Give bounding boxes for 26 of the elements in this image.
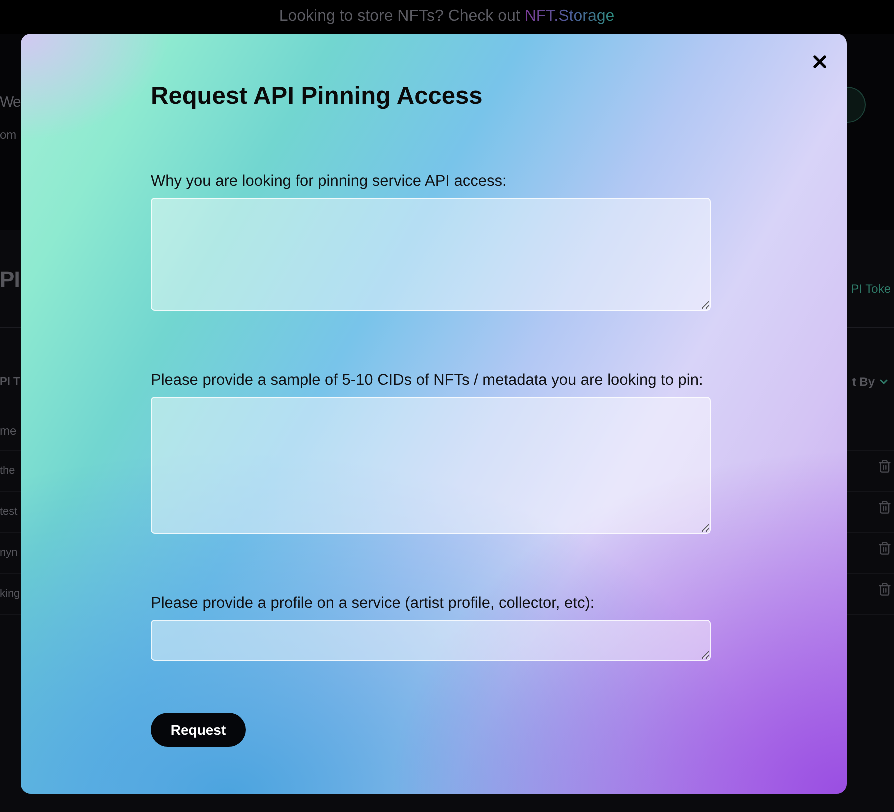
nft-storage-link[interactable]: NFT.Storage xyxy=(524,8,615,25)
round-button-edge xyxy=(847,87,866,123)
sort-dropdown[interactable]: t By xyxy=(852,373,890,391)
text-area-field[interactable] xyxy=(151,397,711,534)
field-label: Why you are looking for pinning service API access: xyxy=(151,172,507,191)
column-header: me xyxy=(0,423,17,440)
table-cell-text: the xyxy=(0,464,16,479)
request-button[interactable]: Request xyxy=(151,713,246,747)
table-title: PI T xyxy=(0,374,20,390)
trash-icon[interactable] xyxy=(878,582,892,596)
banner-text: Looking to store NFTs? Check out NFT.Storage xyxy=(279,7,615,27)
trash-icon[interactable] xyxy=(878,458,892,474)
text-area-field[interactable] xyxy=(151,198,711,311)
section-title: PI xyxy=(0,267,20,292)
table-cell-text: king xyxy=(0,586,20,602)
field-label: Please provide a profile on a service (artist profile, collector, etc): xyxy=(151,594,595,613)
trash-icon[interactable] xyxy=(878,540,892,556)
table-cell-text: nyn xyxy=(0,546,18,561)
text-area-field[interactable] xyxy=(151,620,711,661)
trash-icon[interactable] xyxy=(878,500,892,514)
tokens-link[interactable]: PI Toke xyxy=(851,282,891,296)
modal-title: Request API Pinning Access xyxy=(151,82,483,112)
page-subheading: om xyxy=(0,128,18,142)
page-heading: We xyxy=(0,94,20,112)
field-label: Please provide a sample of 5-10 CIDs of NFTs / metadata you are looking to pin: xyxy=(151,371,704,390)
table-cell-text: test xyxy=(0,504,18,520)
